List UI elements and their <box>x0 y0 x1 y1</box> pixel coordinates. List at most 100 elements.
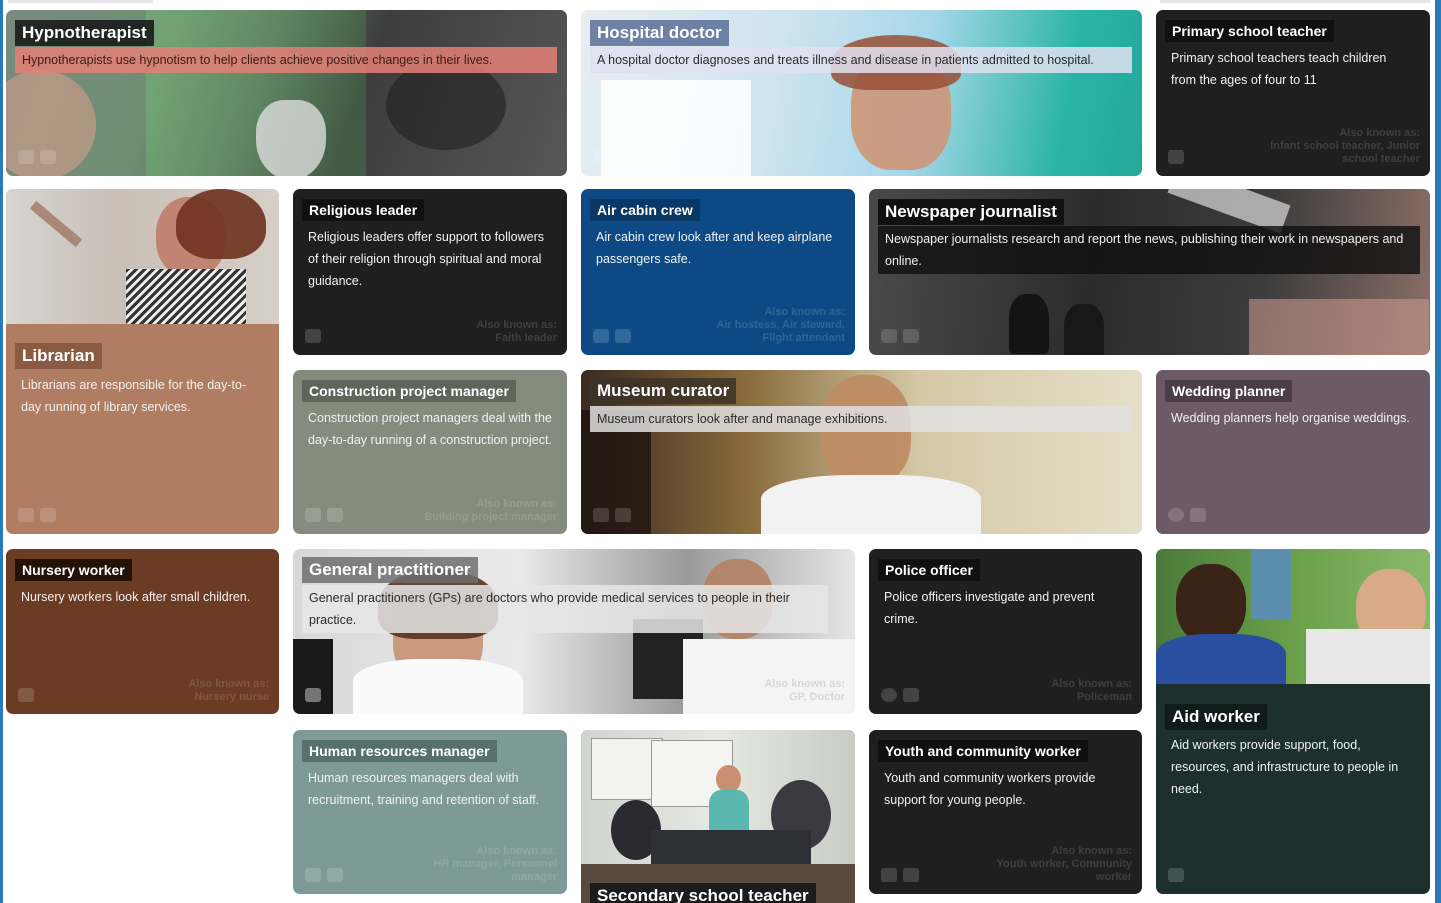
top-divider <box>1160 0 1430 3</box>
career-card-human-resources-manager[interactable]: Human resources manager Human resources … <box>293 730 567 894</box>
truck-icon <box>615 329 631 343</box>
card-title: Religious leader <box>302 199 425 221</box>
students-row-image <box>651 830 811 864</box>
also-known-as-label: Also known as: <box>1051 678 1132 690</box>
card-title: Newspaper journalist <box>878 199 1064 225</box>
card-icons <box>593 508 631 522</box>
window-frame-left <box>0 0 3 903</box>
also-known-as-value: Infant school teacher, Junior school tea… <box>1270 140 1420 165</box>
crystal-pendulum-image <box>256 100 326 176</box>
hand-image <box>1249 299 1429 355</box>
id-card-icon <box>615 508 631 522</box>
also-known-as-value: HR manager, Personnel manager <box>433 858 558 883</box>
career-card-hospital-doctor[interactable]: Hospital doctor A hospital doctor diagno… <box>581 10 1142 176</box>
glove-image <box>1306 629 1430 684</box>
career-card-newspaper-journalist[interactable]: Newspaper journalist Newspaper journalis… <box>869 189 1430 355</box>
also-known-as-label: Also known as: <box>1051 845 1132 857</box>
card-description: Religious leaders offer support to follo… <box>308 230 545 288</box>
card-icons <box>305 868 343 882</box>
card-icons <box>18 508 56 522</box>
card-title: Aid worker <box>1165 704 1267 730</box>
blue-shirt-image <box>1156 634 1286 684</box>
card-icons <box>18 688 34 702</box>
also-known-as: Also known as: HR manager, Personnel man… <box>407 845 558 884</box>
card-title: Hospital doctor <box>590 20 729 46</box>
card-title: Wedding planner <box>1165 380 1293 402</box>
shield-icon <box>881 688 897 702</box>
airplane-icon <box>593 329 609 343</box>
also-known-as-value: GP, Doctor <box>788 691 845 703</box>
card-description: Aid workers provide support, food, resou… <box>1171 738 1399 796</box>
card-description: Hypnotherapists use hypnotism to help cl… <box>15 47 557 73</box>
card-title: Air cabin crew <box>590 199 700 221</box>
bed-sheet-image <box>601 80 751 176</box>
card-title: Museum curator <box>590 378 737 404</box>
also-known-as-label: Also known as: <box>1339 127 1420 139</box>
also-known-as-label: Also known as: <box>188 678 269 690</box>
card-description: Youth and community workers provide supp… <box>884 771 1096 807</box>
career-card-religious-leader[interactable]: Religious leader Religious leaders offer… <box>293 189 567 355</box>
card-description: Human resources managers deal with recru… <box>308 771 540 807</box>
top-divider <box>8 0 153 3</box>
also-known-as-label: Also known as: <box>476 498 557 510</box>
people-icon <box>305 329 321 343</box>
card-description: Museum curators look after and manage ex… <box>590 406 1132 432</box>
card-icons <box>881 688 919 702</box>
keyboard-icon <box>903 329 919 343</box>
career-card-primary-school-teacher[interactable]: Primary school teacher Primary school te… <box>1156 10 1430 176</box>
card-title: Primary school teacher <box>1165 20 1334 42</box>
card-title: General practitioner <box>302 557 478 583</box>
smile-icon <box>18 150 34 164</box>
career-card-hypnotherapist[interactable]: Hypnotherapist Hypnotherapists use hypno… <box>6 10 567 176</box>
striped-top-image <box>126 269 246 324</box>
card-title: Human resources manager <box>302 740 497 762</box>
career-card-aid-worker[interactable]: Aid worker Aid workers provide support, … <box>1156 549 1430 894</box>
card-icons <box>305 508 343 522</box>
graduation-cap-icon <box>1168 150 1184 164</box>
career-card-general-practitioner[interactable]: General practitioner General practitione… <box>293 549 855 714</box>
people-icon <box>1168 868 1184 882</box>
card-icons <box>18 150 56 164</box>
graduation-cap-icon <box>18 688 34 702</box>
white-shirt-image <box>761 475 981 534</box>
photo-background <box>146 10 366 176</box>
card-description: Nursery workers look after small childre… <box>21 590 251 604</box>
person-background-image <box>1251 549 1291 619</box>
career-card-youth-community-worker[interactable]: Youth and community worker Youth and com… <box>869 730 1142 894</box>
card-title: Police officer <box>878 559 980 581</box>
career-card-secondary-school-teacher[interactable]: Secondary school teacher <box>581 730 855 903</box>
career-card-air-cabin-crew[interactable]: Air cabin crew Air cabin crew look after… <box>581 189 855 355</box>
laptop-icon <box>18 508 34 522</box>
airplane-icon <box>903 868 919 882</box>
card-icons <box>881 868 919 882</box>
career-card-museum-curator[interactable]: Museum curator Museum curators look afte… <box>581 370 1142 534</box>
also-known-as-label: Also known as: <box>764 678 845 690</box>
airplane-icon <box>593 508 609 522</box>
career-card-wedding-planner[interactable]: Wedding planner Wedding planners help or… <box>1156 370 1430 534</box>
thumbs-up-icon <box>40 150 56 164</box>
also-known-as: Also known as: Nursery nurse <box>119 678 269 704</box>
stones-image <box>386 60 506 150</box>
medical-cross-icon <box>305 688 321 702</box>
card-title: Construction project manager <box>302 380 516 402</box>
career-card-nursery-worker[interactable]: Nursery worker Nursery workers look afte… <box>6 549 279 714</box>
card-icons <box>593 150 609 164</box>
also-known-as-label: Also known as: <box>476 845 557 857</box>
card-title: Librarian <box>15 343 102 369</box>
thumbs-up-icon <box>1190 508 1206 522</box>
card-icons <box>1168 150 1184 164</box>
career-card-police-officer[interactable]: Police officer Police officers investiga… <box>869 549 1142 714</box>
card-icons <box>881 329 919 343</box>
career-card-construction-project-manager[interactable]: Construction project manager Constructio… <box>293 370 567 534</box>
card-description: Construction project managers deal with … <box>308 411 552 447</box>
card-description: A hospital doctor diagnoses and treats i… <box>590 47 1132 73</box>
smile-icon <box>1168 508 1184 522</box>
card-description: Wedding planners help organise weddings. <box>1171 411 1410 425</box>
also-known-as-value: Faith leader <box>495 332 557 344</box>
librarian-hair-image <box>176 189 266 259</box>
newspaper-icon <box>881 329 897 343</box>
also-known-as-value: Youth worker, Community worker <box>996 858 1132 883</box>
career-card-librarian[interactable]: Librarian Librarians are responsible for… <box>6 189 279 534</box>
card-description: Air cabin crew look after and keep airpl… <box>596 230 833 266</box>
medical-cross-icon <box>593 150 609 164</box>
